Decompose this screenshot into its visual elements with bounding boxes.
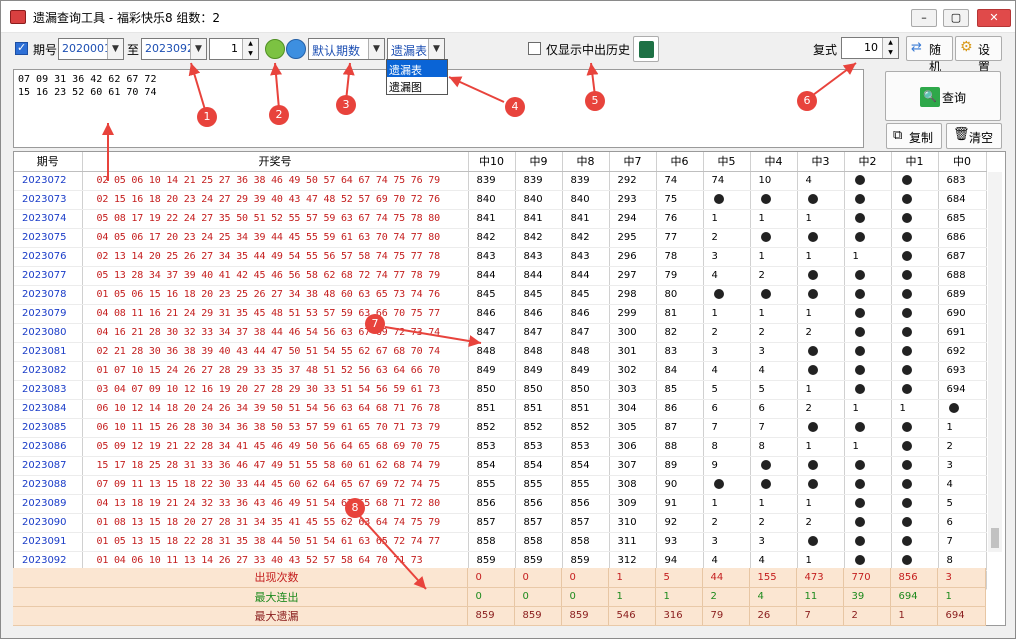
main-window: 遗漏查询工具 - 福彩快乐8 组数：2 – ▢ ✕ 期号 2020001▼ 至 … xyxy=(0,0,1016,639)
annotation-marker-1: 1 xyxy=(197,107,217,127)
annotation-marker-6: 6 xyxy=(797,91,817,111)
annotation-marker-5: 5 xyxy=(585,91,605,111)
annotation-marker-4: 4 xyxy=(505,97,525,117)
annotation-marker-2: 2 xyxy=(269,105,289,125)
annotation-marker-3: 3 xyxy=(336,95,356,115)
annotation-marker-8: 8 xyxy=(345,498,365,518)
annotation-marker-7: 7 xyxy=(365,314,385,334)
annotation-arrows xyxy=(102,62,857,590)
